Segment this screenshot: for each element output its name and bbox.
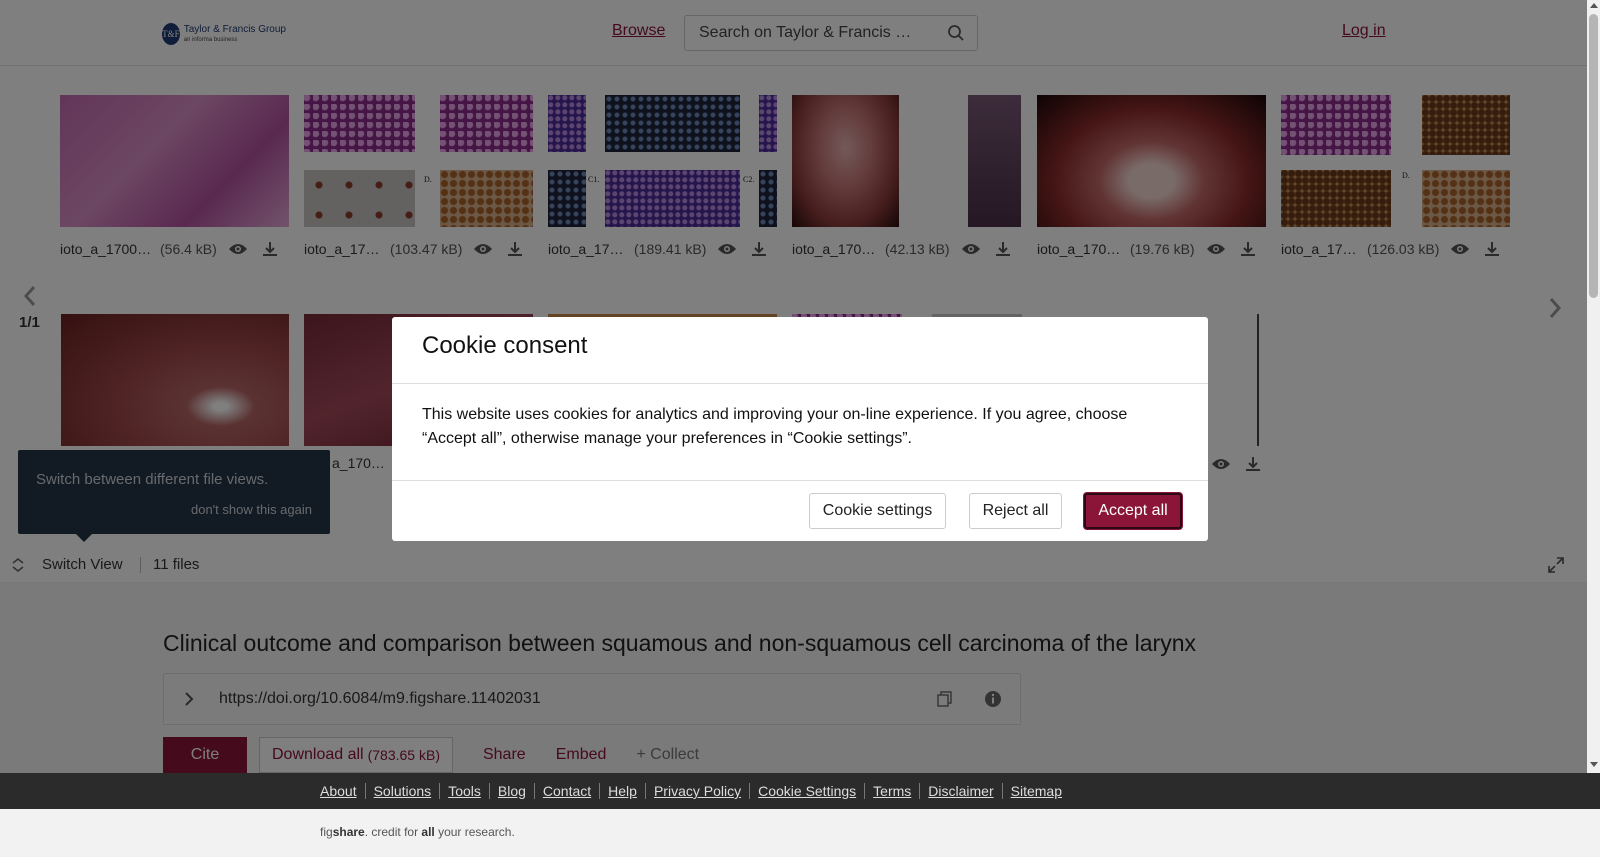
footer-link-contact[interactable]: Contact — [533, 783, 599, 799]
footer-links-bar: About Solutions Tools Blog Contact Help … — [0, 773, 1600, 809]
footer-link-help[interactable]: Help — [599, 783, 645, 799]
footer-link-about[interactable]: About — [320, 783, 365, 799]
scroll-up-arrow[interactable] — [1590, 3, 1598, 8]
footer-link-privacy[interactable]: Privacy Policy — [644, 783, 749, 799]
footer-link-cookie-settings[interactable]: Cookie Settings — [749, 783, 864, 799]
footer-link-solutions[interactable]: Solutions — [364, 783, 440, 799]
footer-bottom: figshare. credit for all your research. — [0, 809, 1600, 857]
cookie-settings-button[interactable]: Cookie settings — [809, 493, 946, 529]
footer-link-disclaimer[interactable]: Disclaimer — [919, 783, 1001, 799]
scroll-thumb[interactable] — [1589, 14, 1598, 298]
page-scrollbar[interactable] — [1587, 0, 1600, 773]
footer-nav: About Solutions Tools Blog Contact Help … — [320, 783, 1070, 799]
dialog-body: This website uses cookies for analytics … — [422, 406, 1128, 447]
reject-all-button[interactable]: Reject all — [969, 493, 1062, 529]
figshare-tagline: figshare. credit for all your research. — [320, 825, 515, 839]
cookie-consent-dialog: Cookie consent This website uses cookies… — [392, 317, 1208, 541]
footer-link-tools[interactable]: Tools — [439, 783, 489, 799]
divider — [392, 383, 1208, 384]
footer-link-blog[interactable]: Blog — [488, 783, 534, 799]
footer-link-sitemap[interactable]: Sitemap — [1001, 783, 1070, 799]
divider — [392, 480, 1208, 481]
dialog-title: Cookie consent — [422, 332, 588, 359]
footer-link-terms[interactable]: Terms — [864, 783, 919, 799]
scroll-down-arrow[interactable] — [1590, 762, 1598, 767]
accept-all-button[interactable]: Accept all — [1084, 493, 1182, 529]
